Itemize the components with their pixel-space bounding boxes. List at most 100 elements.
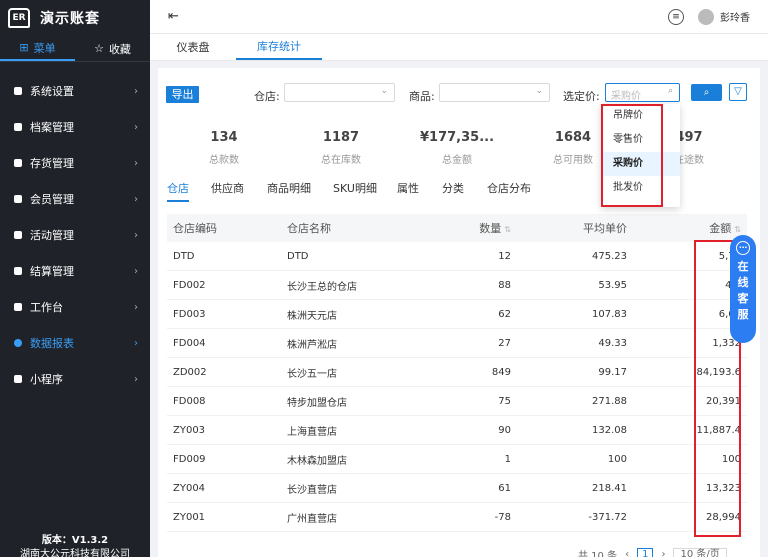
table-row[interactable]: ZD002 长沙五一店 849 99.17 84,193.6: [167, 358, 747, 387]
sidebar-item-reports[interactable]: 数据报表 ›: [0, 325, 150, 361]
table-row[interactable]: DTDDTD12475.235,70: [167, 242, 747, 271]
sidebar-item-label: 活动管理: [30, 229, 74, 242]
cell-qty: 12: [498, 250, 511, 262]
app-title: 演示账套: [40, 11, 100, 27]
cell-qty: 849: [491, 366, 511, 378]
stat-value: 134: [210, 130, 238, 145]
product-label: 商品:: [409, 90, 435, 103]
subtab-warehouse-distribution[interactable]: 仓店分布: [487, 180, 531, 196]
table-row[interactable]: FD003株洲天元店62107.836,68: [167, 300, 747, 329]
subtab-supplier[interactable]: 供应商: [211, 180, 244, 196]
table-row[interactable]: ZY003 上海直营店 90 132.08 11,887.4: [167, 416, 747, 445]
chat-label-char: 在: [737, 260, 749, 273]
pager-page[interactable]: 1: [637, 547, 654, 557]
sidebar-tab-favorites[interactable]: ☆ 收藏: [75, 36, 150, 61]
cell-price: -371.72: [588, 511, 627, 523]
header-name: 仓店名称: [287, 222, 331, 235]
sidebar-item-inventory[interactable]: 存货管理 ›: [0, 145, 150, 181]
table-row[interactable]: ZY001 广州直营店 -78 -371.72 28,994: [167, 503, 747, 532]
search-button[interactable]: ⌕: [691, 84, 722, 101]
cell-price: 53.95: [598, 279, 627, 291]
pager-size-select[interactable]: 10 条/页: [673, 547, 727, 557]
table-row[interactable]: FD002长沙王总的仓店8853.954,7: [167, 271, 747, 300]
cell-code: DTD: [173, 250, 195, 262]
cell-code: FD002: [173, 279, 206, 291]
chevron-right-icon: ›: [134, 265, 138, 277]
subtab-warehouse[interactable]: 仓店: [167, 180, 189, 202]
menu-icon[interactable]: ≡: [668, 8, 684, 25]
header-qty[interactable]: 数量 ⇅: [451, 220, 511, 236]
filter-button[interactable]: ▽: [729, 83, 747, 101]
tab-dashboard[interactable]: 仪表盘: [150, 34, 236, 60]
cell-qty: 90: [498, 424, 511, 436]
sidebar-tab-label: 菜单: [33, 41, 56, 55]
product-select[interactable]: ⌄: [439, 83, 550, 102]
pager-next-icon[interactable]: ›: [661, 549, 665, 557]
star-icon: ☆: [94, 42, 104, 55]
cell-price: 475.23: [592, 250, 627, 262]
cell-name: 木林森加盟店: [287, 455, 347, 467]
logo[interactable]: ER 演示账套: [0, 0, 150, 36]
subtab-attribute[interactable]: 属性: [397, 180, 419, 196]
company-text: 湖南大公元科技有限公司: [20, 549, 130, 557]
subtab-category[interactable]: 分类: [442, 180, 464, 196]
cell-code: ZD002: [173, 366, 207, 378]
header-price: 平均单价: [583, 222, 627, 235]
pager-total: 共 10 条: [578, 551, 618, 557]
online-service-button[interactable]: ⋯ 在 线 客 服: [730, 235, 756, 343]
chevron-right-icon: ›: [134, 121, 138, 133]
sidebar-item-activities[interactable]: 活动管理 ›: [0, 217, 150, 253]
collapse-menu-icon[interactable]: ⇤: [168, 9, 179, 24]
sidebar-item-system-settings[interactable]: 系统设置 ›: [0, 73, 150, 109]
subtab-product-detail[interactable]: 商品明细: [267, 180, 311, 196]
header-amount[interactable]: 金额 ⇅: [627, 220, 744, 236]
sort-icon: ⇅: [734, 225, 741, 234]
sidebar-item-archive[interactable]: 档案管理 ›: [0, 109, 150, 145]
cell-code: ZY001: [173, 511, 206, 523]
stat-label: 总金额: [442, 155, 472, 166]
chevron-right-icon: ›: [134, 337, 138, 349]
filter-bar: 导出 仓店: ⌄ 商品: ⌄ 选定价: 采购价 ⌕ ⌕ ▽: [158, 82, 760, 104]
user-menu[interactable]: 彭玲香: [698, 8, 750, 25]
sidebar-item-label: 系统设置: [30, 85, 74, 98]
cell-code: ZY003: [173, 424, 206, 436]
price-select[interactable]: 采购价 ⌕: [605, 83, 680, 102]
stat-label: 总款数: [209, 155, 239, 166]
sidebar-item-label: 数据报表: [30, 337, 74, 350]
header-code: 仓店编码: [173, 222, 217, 235]
chevron-right-icon: ›: [134, 373, 138, 385]
export-button[interactable]: 导出: [166, 86, 199, 103]
subtab-sku-detail[interactable]: SKU明细: [333, 180, 377, 196]
sidebar-tab-menu[interactable]: ⊞ 菜单: [0, 36, 75, 61]
table-row[interactable]: FD009 木林森加盟店 1 100 100: [167, 445, 747, 474]
inventory-icon: [14, 159, 22, 167]
table-row[interactable]: FD004 株洲芦淞店 27 49.33 1,332: [167, 329, 747, 358]
tab-inventory-stats[interactable]: 库存统计: [236, 34, 322, 60]
user-name: 彭玲香: [720, 13, 750, 24]
sidebar-item-members[interactable]: 会员管理 ›: [0, 181, 150, 217]
cell-price: 107.83: [592, 308, 627, 320]
pager-prev-icon[interactable]: ‹: [625, 549, 629, 557]
search-icon: ⌕: [703, 87, 710, 98]
table-row[interactable]: ZY004 长沙直营店 61 218.41 13,323: [167, 474, 747, 503]
cell-price: 218.41: [592, 482, 627, 494]
highlight-box-dropdown: [601, 104, 663, 207]
sidebar-item-workbench[interactable]: 工作台 ›: [0, 289, 150, 325]
table-row[interactable]: FD008 特步加盟仓店 75 271.88 20,391: [167, 387, 747, 416]
chat-label-char: 服: [737, 308, 749, 321]
sidebar-item-label: 存货管理: [30, 157, 74, 170]
chat-label-char: 客: [737, 292, 749, 305]
sidebar-footer: 版本：V1.3.2 湖南大公元科技有限公司: [0, 534, 150, 557]
logo-icon: ER: [8, 8, 30, 28]
sidebar-item-miniprogram[interactable]: 小程序 ›: [0, 361, 150, 397]
search-small-icon: ⌕: [667, 86, 673, 96]
inventory-table: 仓店编码 仓店名称 数量⇅ 平均单价 金额⇅ DTDDTD12475.235,7…: [167, 214, 747, 532]
sidebar-item-label: 工作台: [30, 301, 63, 314]
warehouse-select[interactable]: ⌄: [284, 83, 395, 102]
stat-value: ¥177,35...: [419, 130, 495, 145]
grid-icon: ⊞: [19, 41, 29, 54]
sidebar-item-settlement[interactable]: 结算管理 ›: [0, 253, 150, 289]
cell-name: 长沙直营店: [287, 484, 337, 496]
cell-qty: 27: [498, 337, 511, 349]
page-tabs: 仪表盘 库存统计: [150, 34, 768, 61]
